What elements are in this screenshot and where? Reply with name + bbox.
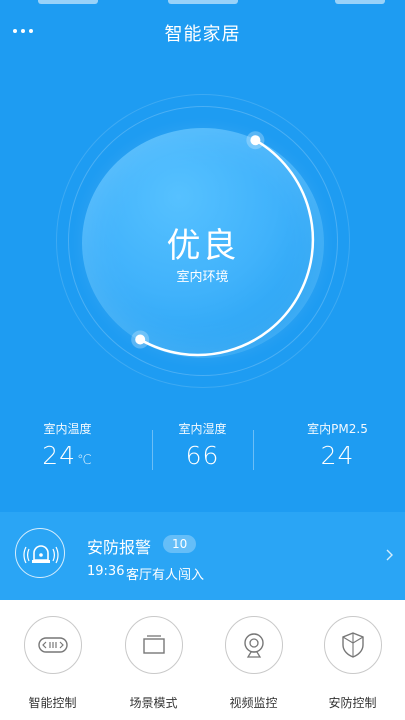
shield-icon	[323, 616, 382, 674]
nav-label: 安防控制	[328, 696, 377, 710]
stat-value: 24℃	[42, 441, 93, 470]
page-title: 智能家居	[164, 24, 241, 45]
main-panel: 智能家居 优良 室内环境 室内温度 24℃ 室内湿度 66 室内PM2.5 24	[0, 0, 405, 600]
stats-row: 室内温度 24℃ 室内湿度 66 室内PM2.5 24	[0, 420, 405, 490]
stat-value: 24	[320, 441, 355, 470]
stat-unit: ℃	[77, 453, 93, 468]
alarm-siren-icon	[15, 528, 65, 578]
stat-label: 室内PM2.5	[307, 422, 368, 436]
camera-icon	[224, 616, 283, 674]
scene-icon	[124, 616, 183, 674]
bottom-nav: 智能控制 场景模式 视频监控 安防控制	[0, 600, 405, 720]
status-time	[168, 0, 238, 4]
stat-divider	[152, 430, 153, 470]
stat-label: 室内温度	[43, 422, 92, 436]
gauge-end-glow	[131, 330, 150, 349]
nav-label: 智能控制	[28, 696, 77, 710]
nav-smart-control[interactable]: 智能控制	[2, 616, 103, 711]
nav-scene-mode[interactable]: 场景模式	[103, 616, 204, 711]
stat-divider	[253, 430, 254, 470]
status-bar	[0, 0, 405, 8]
nav-label: 视频监控	[229, 696, 278, 710]
alarm-message: 客厅有人闯入	[126, 568, 205, 583]
alarm-count-badge: 10	[163, 535, 197, 553]
nav-video-monitor[interactable]: 视频监控	[203, 616, 304, 711]
status-signal	[38, 0, 98, 4]
air-quality-subtitle: 室内环境	[176, 270, 229, 285]
status-battery	[335, 0, 385, 4]
alarm-time: 19:36	[87, 564, 125, 579]
remote-control-icon	[23, 616, 82, 674]
nav-security-control[interactable]: 安防控制	[302, 616, 403, 711]
stat-humidity: 室内湿度 66	[135, 420, 270, 470]
security-alarm-row[interactable]: 安防报警 10 19:36 客厅有人闯入	[0, 512, 405, 600]
stat-temperature: 室内温度 24℃	[0, 420, 135, 470]
stat-pm25: 室内PM2.5 24	[270, 420, 405, 470]
nav-label: 场景模式	[129, 696, 178, 710]
gauge-start-glow	[246, 131, 265, 150]
header: 智能家居	[0, 10, 405, 54]
chevron-right-icon[interactable]	[383, 549, 395, 561]
stat-label: 室内湿度	[178, 422, 227, 436]
air-quality-value: 优良	[166, 226, 239, 266]
stat-value: 66	[185, 441, 220, 470]
alarm-title: 安防报警	[87, 538, 152, 557]
